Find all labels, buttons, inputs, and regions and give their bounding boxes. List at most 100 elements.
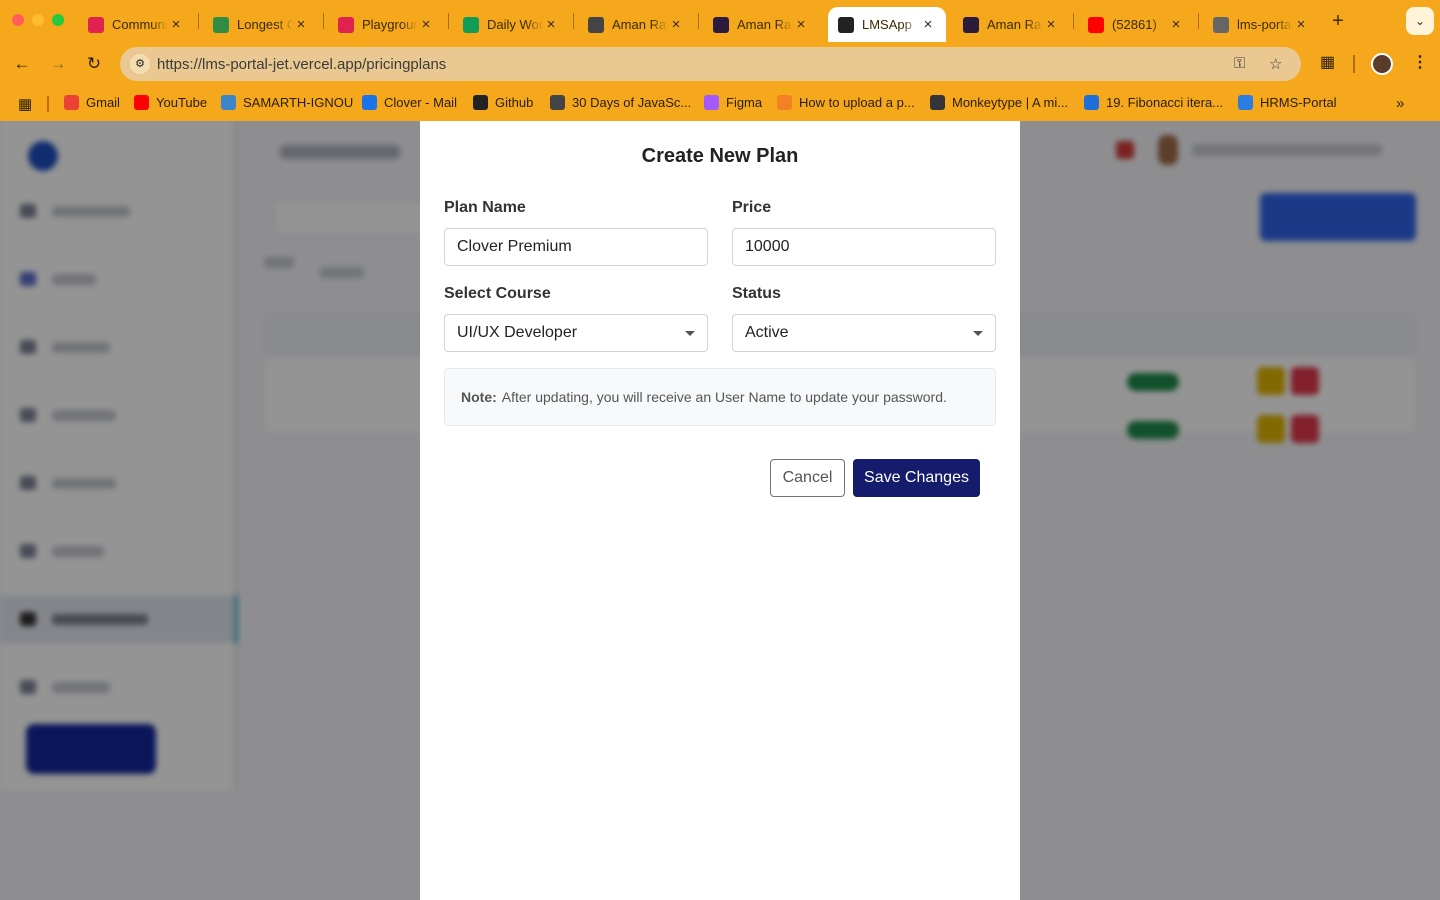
close-tab-icon[interactable]: × xyxy=(668,16,684,33)
bookmark-item[interactable]: Github xyxy=(473,95,533,110)
sheets-icon xyxy=(463,16,479,33)
url-text: https://lms-portal-jet.vercel.app/pricin… xyxy=(157,56,447,73)
close-tab-icon[interactable]: × xyxy=(1043,16,1059,33)
browser-toolbar: ← → ↻ ⚙ https://lms-portal-jet.vercel.ap… xyxy=(0,42,1440,86)
price-label: Price xyxy=(732,199,772,216)
bookmarks-divider xyxy=(47,96,49,112)
stackoverflow-icon xyxy=(777,95,792,110)
apps-grid-icon[interactable]: ▦ xyxy=(18,95,32,113)
forward-icon[interactable]: → xyxy=(46,52,70,76)
tab-separator xyxy=(323,13,324,29)
tab-title: Playground xyxy=(362,17,418,32)
tab-title: Longest Common xyxy=(237,17,293,32)
status-label: Status xyxy=(732,285,781,302)
figma-icon xyxy=(704,95,719,110)
minimize-window-button[interactable] xyxy=(32,14,44,26)
close-tab-icon[interactable]: × xyxy=(418,16,434,33)
bookmark-label: Figma xyxy=(726,95,763,110)
monkeytype-icon xyxy=(930,95,945,110)
bookmark-item[interactable]: 30 Days of JavaSc... xyxy=(550,95,691,110)
close-tab-icon[interactable]: × xyxy=(1168,16,1184,33)
browser-tab[interactable]: Community× xyxy=(78,7,194,42)
status-select[interactable]: Active xyxy=(732,314,996,352)
tab-title: LMSApp xyxy=(862,17,912,32)
bookmark-label: Clover - Mail xyxy=(384,95,457,110)
browser-tab[interactable]: Aman Raj × xyxy=(703,7,819,42)
browser-menu-icon[interactable]: ⋮ xyxy=(1412,52,1428,72)
bookmark-item[interactable]: How to upload a p... xyxy=(777,95,915,110)
bookmark-item[interactable]: Gmail xyxy=(64,95,120,110)
browser-tab[interactable]: (52861) × xyxy=(1078,7,1194,42)
bookmark-item[interactable]: 19. Fibonacci itera... xyxy=(1084,95,1223,110)
extensions-icon[interactable]: ▦ xyxy=(1320,52,1335,72)
bookmark-label: How to upload a p... xyxy=(799,95,915,110)
angular-icon xyxy=(838,16,854,33)
codingninja-icon xyxy=(1084,95,1099,110)
browser-tab[interactable]: Playground× xyxy=(328,7,444,42)
create-plan-modal: Create New Plan Plan Name Price Select C… xyxy=(420,121,1020,900)
password-key-icon[interactable]: ⚿ xyxy=(1234,55,1245,72)
note-text: After updating, you will receive an User… xyxy=(501,389,947,405)
new-tab-button[interactable]: + xyxy=(1326,9,1350,33)
reload-icon[interactable]: ↻ xyxy=(82,52,106,76)
bookmark-item[interactable]: Figma xyxy=(704,95,762,110)
leetcode-icon xyxy=(550,95,565,110)
browser-tab[interactable]: Longest Common× xyxy=(203,7,319,42)
bookmark-label: YouTube xyxy=(156,95,208,110)
bookmark-label: 19. Fibonacci itera... xyxy=(1106,95,1224,110)
tab-strip: Community×Longest Common×Playground×Dail… xyxy=(0,0,1440,42)
tab-title: (52861) xyxy=(1112,17,1157,32)
close-tab-icon[interactable]: × xyxy=(1293,16,1309,33)
profile-avatar[interactable] xyxy=(1371,53,1393,75)
bookmark-label: Monkeytype | A mi... xyxy=(952,95,1069,110)
clover-icon xyxy=(362,95,377,110)
plan-name-input[interactable] xyxy=(444,228,708,266)
tab-title: Aman Raj xyxy=(612,17,668,32)
browser-tab[interactable]: Daily Work× xyxy=(453,7,569,42)
chevron-down-icon xyxy=(685,330,695,336)
tab-title: lms-portal xyxy=(1237,17,1293,32)
bookmark-item[interactable]: HRMS-Portal xyxy=(1238,95,1337,110)
browser-tab[interactable]: LMSApp × xyxy=(828,7,946,42)
gmail-icon xyxy=(64,95,79,110)
address-bar[interactable]: ⚙ https://lms-portal-jet.vercel.app/pric… xyxy=(120,47,1301,81)
course-select-value: UI/UX Developer xyxy=(457,324,578,341)
youtube-icon xyxy=(1088,16,1104,33)
bookmark-star-icon[interactable]: ☆ xyxy=(1269,55,1282,73)
modal-title: Create New Plan xyxy=(641,145,799,167)
bookmark-label: HRMS-Portal xyxy=(1260,95,1337,110)
close-window-button[interactable] xyxy=(12,14,24,26)
close-tab-icon[interactable]: × xyxy=(920,16,936,33)
tab-separator xyxy=(198,13,199,29)
bookmark-label: Github xyxy=(495,95,534,110)
tab-separator xyxy=(1198,13,1199,29)
plan-name-label: Plan Name xyxy=(444,199,526,216)
course-select[interactable]: UI/UX Developer xyxy=(444,314,708,352)
back-icon[interactable]: ← xyxy=(10,52,34,76)
save-changes-button[interactable]: Save Changes xyxy=(853,459,980,497)
browser-tab[interactable]: Aman Raj × xyxy=(953,7,1069,42)
browser-tab[interactable]: lms-portal × xyxy=(1203,7,1319,42)
gfg-icon xyxy=(213,16,229,33)
avatar-icon xyxy=(713,16,729,33)
tab-search-button[interactable]: ⌄ xyxy=(1406,7,1434,35)
close-tab-icon[interactable]: × xyxy=(543,16,559,33)
maximize-window-button[interactable] xyxy=(52,14,64,26)
close-tab-icon[interactable]: × xyxy=(793,16,809,33)
close-tab-icon[interactable]: × xyxy=(168,16,184,33)
bookmarks-bar: ▦ Gmail YouTube SAMARTH-IGNOU Clover - Mail… xyxy=(0,86,1440,121)
bookmark-item[interactable]: SAMARTH-IGNOU xyxy=(221,95,353,110)
bookmark-label: SAMARTH-IGNOU xyxy=(243,95,354,110)
bookmark-label: 30 Days of JavaSc... xyxy=(572,95,692,110)
more-bookmarks-icon[interactable]: » xyxy=(1396,95,1404,112)
price-input[interactable] xyxy=(732,228,996,266)
angular-icon xyxy=(88,16,104,33)
bookmark-item[interactable]: Clover - Mail xyxy=(362,95,457,110)
close-tab-icon[interactable]: × xyxy=(293,16,309,33)
browser-tab[interactable]: Aman Raj × xyxy=(578,7,694,42)
cancel-button[interactable]: Cancel xyxy=(770,459,845,497)
tab-title: Aman Raj xyxy=(737,17,793,32)
site-info-icon[interactable]: ⚙ xyxy=(130,54,150,74)
bookmark-item[interactable]: YouTube xyxy=(134,95,207,110)
bookmark-item[interactable]: Monkeytype | A mi... xyxy=(930,95,1068,110)
